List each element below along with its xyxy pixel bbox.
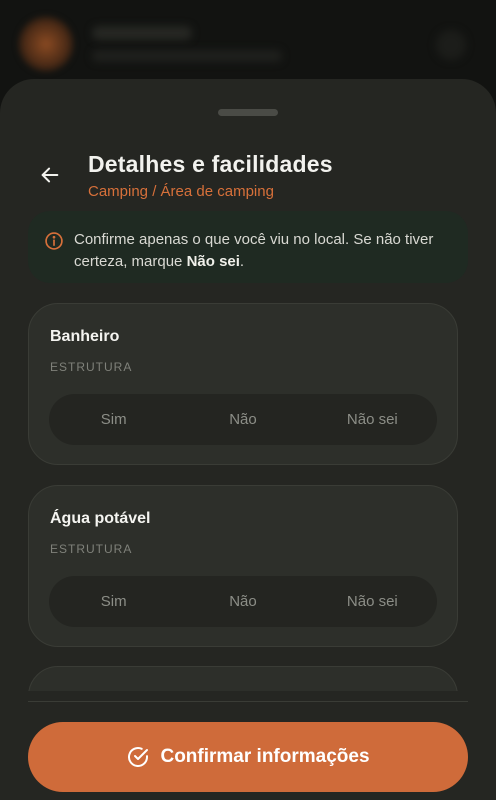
- notice-text-end: .: [239, 253, 245, 270]
- facility-title: Banheiro: [50, 328, 120, 345]
- option-sim[interactable]: Sim: [49, 576, 178, 627]
- facility-category: ESTRUTURA: [50, 542, 133, 556]
- sheet-header: Detalhes e facilidades Camping / Área de…: [0, 149, 496, 209]
- confirm-button[interactable]: Confirmar informações: [28, 722, 468, 792]
- blurred-icon: [436, 30, 466, 60]
- info-circle-icon: [45, 232, 63, 250]
- blurred-avatar: [18, 16, 74, 72]
- option-nao[interactable]: Não: [178, 576, 307, 627]
- back-button[interactable]: [34, 159, 66, 191]
- facility-card-next: [28, 666, 458, 691]
- notice-text-start: Confirme apenas o que você viu no local.…: [74, 231, 434, 270]
- blurred-subtitle-text: [92, 50, 282, 62]
- check-circle-icon: [128, 747, 149, 767]
- option-nao-sei[interactable]: Não sei: [308, 576, 437, 627]
- bottom-sheet: Detalhes e facilidades Camping / Área de…: [0, 79, 496, 800]
- option-sim[interactable]: Sim: [49, 394, 178, 445]
- footer-divider: [28, 701, 468, 702]
- notice-text-bold: Não sei: [186, 253, 240, 270]
- answer-selector: Sim Não Não sei: [49, 576, 437, 627]
- confirm-button-label: Confirmar informações: [160, 746, 370, 767]
- blurred-name-text: [92, 26, 192, 40]
- facility-category: ESTRUTURA: [50, 360, 133, 374]
- page-title: Detalhes e facilidades: [88, 151, 333, 177]
- option-nao-sei[interactable]: Não sei: [308, 394, 437, 445]
- breadcrumb: Camping / Área de camping: [88, 183, 274, 200]
- arrow-left-icon: [41, 167, 59, 183]
- answer-selector: Sim Não Não sei: [49, 394, 437, 445]
- facility-card-agua-potavel: Água potável ESTRUTURA Sim Não Não sei: [28, 485, 458, 647]
- facilities-list[interactable]: Banheiro ESTRUTURA Sim Não Não sei Água …: [0, 303, 496, 691]
- info-notice: Confirme apenas o que você viu no local.…: [28, 211, 468, 283]
- option-nao[interactable]: Não: [178, 394, 307, 445]
- notice-text: Confirme apenas o que você viu no local.…: [74, 229, 448, 273]
- facility-title: Água potável: [50, 510, 151, 527]
- facility-card-banheiro: Banheiro ESTRUTURA Sim Não Não sei: [28, 303, 458, 465]
- sheet-drag-handle[interactable]: [218, 109, 278, 116]
